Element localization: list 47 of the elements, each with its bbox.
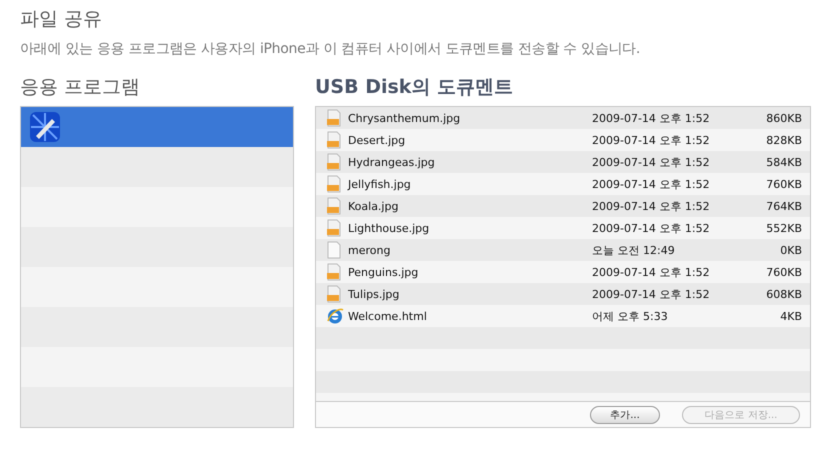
image-file-icon [326,175,342,193]
file-date: 2009-07-14 오후 1:52 [592,110,711,126]
file-name: Tulips.jpg [348,288,400,300]
file-date: 2009-07-14 오후 1:52 [592,264,711,280]
file-date: 2009-07-14 오후 1:52 [592,176,711,192]
file-name: Koala.jpg [348,200,400,212]
file-name: Welcome.html [348,310,428,322]
file-size: 608KB [765,288,802,300]
image-file-icon [326,285,342,303]
image-file-icon [326,109,342,127]
app-icon [29,111,61,143]
image-file-icon [326,263,342,281]
file-size: 584KB [765,156,802,168]
file-date: 2009-07-14 오후 1:52 [592,154,711,170]
image-file-icon [326,219,342,237]
blank-file-icon [326,241,342,259]
apps-heading: 응용 프로그램 [20,75,142,98]
file-date: 오늘 오전 12:49 [592,242,676,258]
file-date: 2009-07-14 오후 1:52 [592,220,711,236]
image-file-icon [326,197,342,215]
file-size: 552KB [765,222,802,234]
file-name: Desert.jpg [348,134,406,146]
file-date: 2009-07-14 오후 1:52 [592,132,711,148]
file-name: Lighthouse.jpg [348,222,430,234]
description-text: 아래에 있는 응용 프로그램은 사용자의 iPhone과 이 컴퓨터 사이에서 도큐멘트를 전송할 수 있습니다. [20,40,642,58]
documents-heading: USB Disk의 도큐멘트 [315,75,514,98]
file-size: 760KB [765,178,802,190]
image-file-icon [326,153,342,171]
page-title: 파일 공유 [20,7,104,32]
file-name: merong [348,244,392,256]
app-row[interactable] [21,107,293,147]
file-date: 2009-07-14 오후 1:52 [592,198,711,214]
image-file-icon [326,131,342,149]
file-name: Hydrangeas.jpg [348,156,436,168]
file-size: 0KB [779,244,802,256]
file-size: 828KB [765,134,802,146]
add-button[interactable]: 추가... [590,406,660,424]
file-date: 2009-07-14 오후 1:52 [592,286,711,302]
file-size: 4KB [779,310,802,322]
file-name: Jellyfish.jpg [348,178,412,190]
file-name: Chrysanthemum.jpg [348,112,462,124]
browser-icon [326,307,344,325]
file-name: Penguins.jpg [348,266,420,278]
file-size: 860KB [765,112,802,124]
file-date: 어제 오후 5:33 [592,308,669,324]
file-size: 764KB [765,200,802,212]
file-size: 760KB [765,266,802,278]
